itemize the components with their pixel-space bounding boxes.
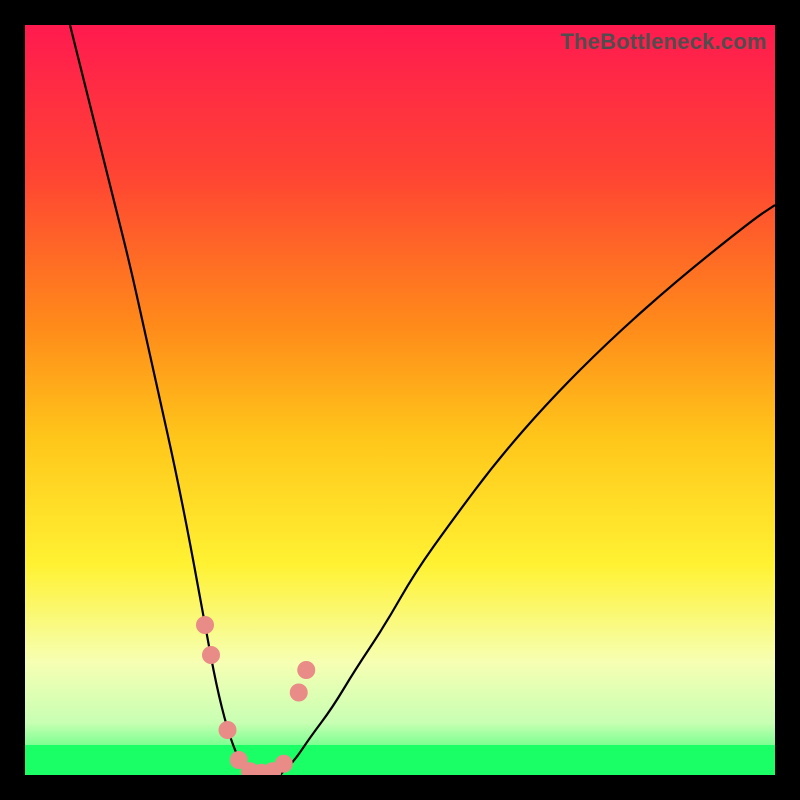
data-point	[275, 755, 293, 773]
bottleneck-chart	[25, 25, 775, 775]
data-point	[196, 616, 214, 634]
data-point	[202, 646, 220, 664]
chart-frame: TheBottleneck.com	[25, 25, 775, 775]
data-point	[297, 661, 315, 679]
data-point	[219, 721, 237, 739]
optimal-band	[25, 745, 775, 775]
watermark-label: TheBottleneck.com	[561, 29, 767, 55]
heatmap-background	[25, 25, 775, 775]
data-point	[290, 684, 308, 702]
